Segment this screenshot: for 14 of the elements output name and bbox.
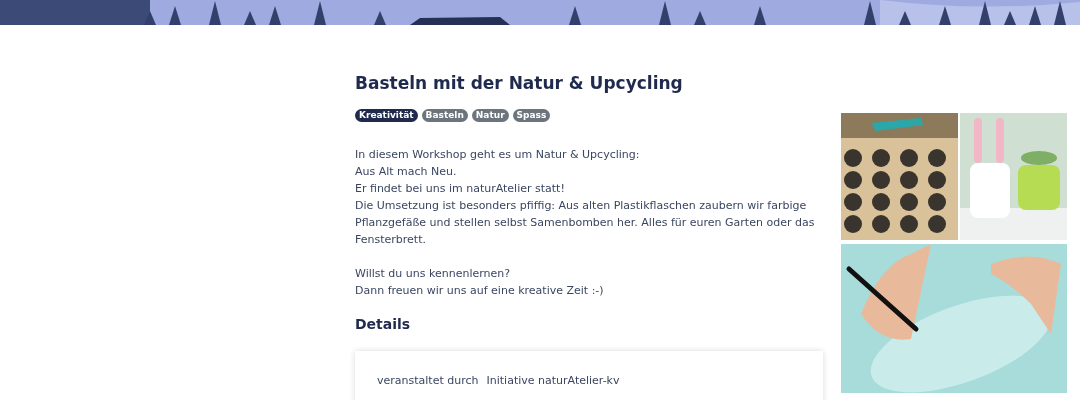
tag: Spass — [512, 109, 551, 123]
description-line: Aus Alt mach Neu. — [355, 164, 458, 181]
detail-value: Initiative naturAtelier-kv — [486, 373, 620, 390]
detail-label: veranstaltet durch — [377, 373, 479, 390]
description-line: In diesem Workshop geht es um Natur & Upcycling: — [355, 147, 641, 164]
description-line: Die Umsetzung ist besonders pfiffig: Aus alten Plastikflaschen zaubern wir farbige Pflanzgefäße und stellen selbst Samenbomben her. Alles für euren Garten oder das Fensterbrett. — [355, 198, 816, 249]
tag: Natur — [471, 109, 509, 123]
description-line: Er findet bei uns im naturAtelier statt! — [355, 181, 566, 198]
page-title: Basteln mit der Natur & Upcycling — [355, 73, 684, 94]
description-line: Dann freuen wir uns auf eine kreative Zeit :-) — [355, 283, 605, 300]
description-line: Willst du uns kennenlernen? — [355, 266, 512, 283]
tag: Basteln — [421, 109, 468, 123]
tag: Kreativität — [355, 109, 418, 123]
section-heading: Details — [355, 316, 412, 334]
